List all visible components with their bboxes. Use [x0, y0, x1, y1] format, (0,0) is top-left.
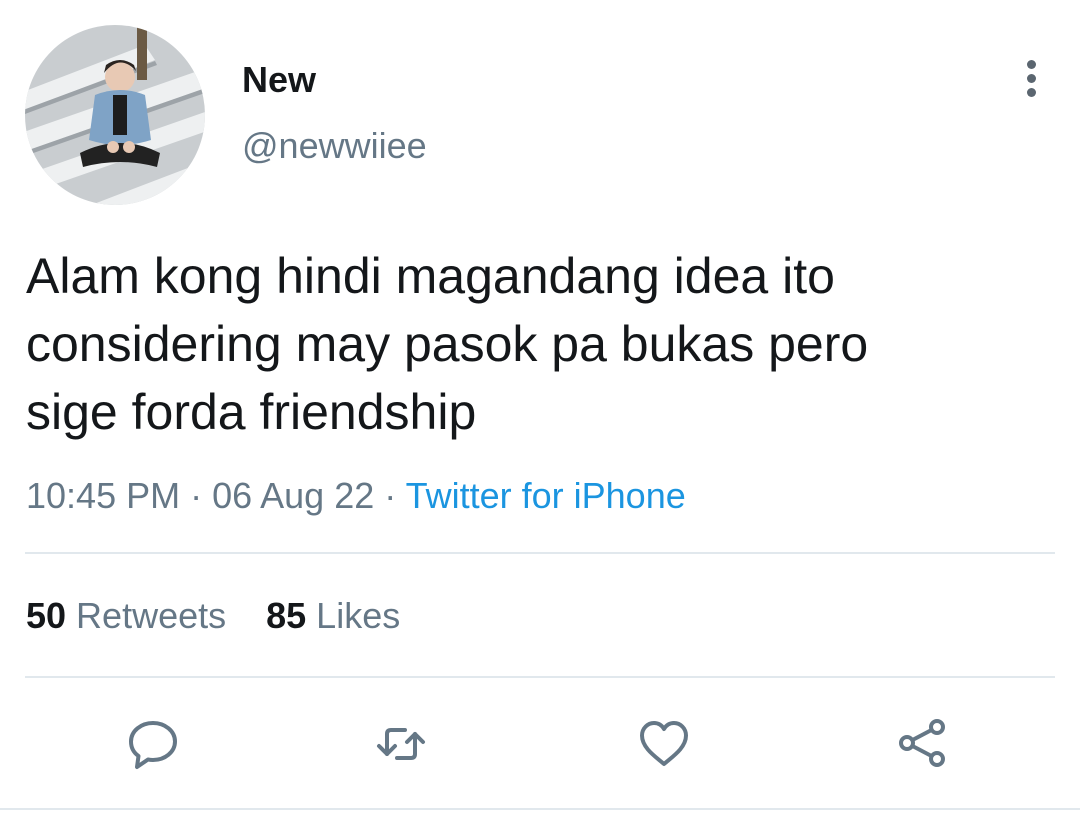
tweet-stats: 50 Retweets 85 Likes [26, 594, 400, 638]
author-handle[interactable]: @newwiiee [242, 124, 427, 168]
like-icon[interactable] [636, 716, 692, 772]
tweet-text-line: Alam kong hindi magandang idea ito [26, 248, 835, 304]
likes-count: 85 [266, 595, 307, 636]
more-dot [1027, 74, 1036, 83]
divider [25, 676, 1055, 678]
more-options-icon[interactable] [1012, 56, 1052, 100]
avatar[interactable] [25, 25, 205, 205]
retweets-count: 50 [26, 595, 67, 636]
tweet-text-line: considering may pasok pa bukas pero [26, 316, 869, 372]
tweet-meta: 10:45 PM · 06 Aug 22 · Twitter for iPhon… [26, 474, 686, 518]
retweet-icon[interactable] [373, 716, 429, 772]
profile-photo-icon [25, 25, 205, 205]
tweet-text: Alam kong hindi magandang idea ito consi… [26, 242, 1056, 446]
more-dot [1027, 60, 1036, 69]
tweet-text-line: sige forda friendship [26, 384, 477, 440]
reply-icon[interactable] [125, 716, 181, 772]
bottom-divider [0, 808, 1080, 810]
tweet-source-link[interactable]: Twitter for iPhone [406, 475, 686, 516]
tweet-date: 06 Aug 22 [212, 475, 375, 516]
retweets-label: Retweets [66, 595, 227, 636]
divider [25, 552, 1055, 554]
more-dot [1027, 88, 1036, 97]
retweets-stat[interactable]: 50 Retweets [26, 595, 226, 636]
likes-stat[interactable]: 85 Likes [266, 595, 400, 636]
meta-separator: · [180, 475, 213, 516]
meta-separator: · [374, 475, 406, 516]
likes-label: Likes [306, 595, 401, 636]
tweet-time: 10:45 PM [26, 475, 181, 516]
author-display-name[interactable]: New [242, 58, 316, 102]
share-icon[interactable] [895, 716, 951, 772]
